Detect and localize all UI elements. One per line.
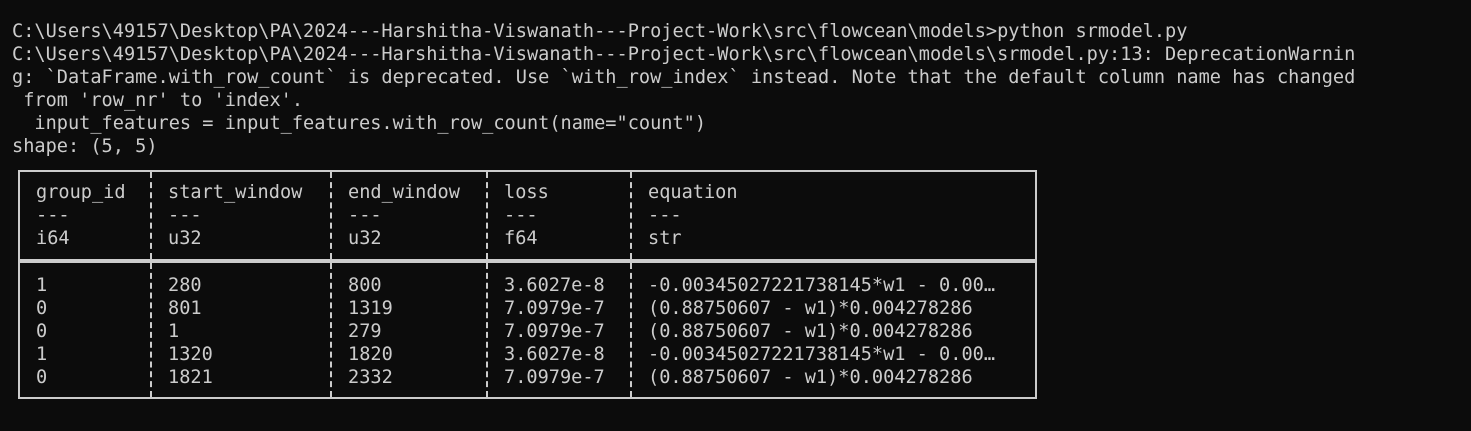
column-header: start_window (168, 182, 303, 203)
column-divider (150, 263, 152, 397)
column-divider (330, 263, 332, 397)
column-dtype: u32 (348, 228, 382, 249)
table-cell: 0 (36, 321, 48, 342)
column-dtype: f64 (504, 228, 538, 249)
column-divider (630, 172, 632, 259)
column-dtype: i64 (36, 228, 70, 249)
table-cell: 1 (168, 321, 180, 342)
table-cell: -0.00345027221738145*w1 - 0.00… (648, 344, 996, 365)
table-cell: 1320 (168, 344, 213, 365)
column-divider (486, 263, 488, 397)
command-line: C:\Users\49157\Desktop\PA\2024---Harshit… (12, 21, 1188, 42)
column-divider (630, 263, 632, 397)
warning-line-2: g: `DataFrame.with_row_count` is depreca… (12, 67, 1356, 88)
column-header: end_window (348, 182, 460, 203)
table-cell: 3.6027e-8 (504, 344, 605, 365)
column-header: group_id (36, 182, 126, 203)
table-cell: (0.88750607 - w1)*0.004278286 (648, 367, 973, 388)
table-cell: 800 (348, 275, 382, 296)
table-cell: 1319 (348, 298, 393, 319)
table-cell: 3.6027e-8 (504, 275, 605, 296)
header-separator: --- (504, 205, 538, 226)
table-cell: 7.0979e-7 (504, 367, 605, 388)
table-cell: 0 (36, 367, 48, 388)
table-cell: 1 (36, 275, 48, 296)
table-cell: 1820 (348, 344, 393, 365)
column-header: loss (504, 182, 549, 203)
header-separator: --- (348, 205, 382, 226)
column-dtype: str (648, 228, 682, 249)
table-cell: 801 (168, 298, 202, 319)
warning-line-3: from 'row_nr' to 'index'. (12, 90, 304, 111)
header-separator: --- (648, 205, 682, 226)
column-divider (330, 172, 332, 259)
column-header: equation (648, 182, 738, 203)
warning-line-1: C:\Users\49157\Desktop\PA\2024---Harshit… (12, 44, 1356, 65)
column-divider (150, 172, 152, 259)
source-line: input_features = input_features.with_row… (12, 113, 707, 134)
table-cell: 1821 (168, 367, 213, 388)
column-divider (486, 172, 488, 259)
header-separator: --- (168, 205, 202, 226)
table-cell: 7.0979e-7 (504, 298, 605, 319)
table-cell: 280 (168, 275, 202, 296)
table-cell: (0.88750607 - w1)*0.004278286 (648, 321, 973, 342)
dataframe-table: group_id start_window end_window loss eq… (18, 170, 1037, 399)
table-cell: 279 (348, 321, 382, 342)
table-cell: -0.00345027221738145*w1 - 0.00… (648, 275, 996, 296)
table-cell: 1 (36, 344, 48, 365)
table-cell: 0 (36, 298, 48, 319)
column-dtype: u32 (168, 228, 202, 249)
header-divider (20, 259, 1035, 263)
shape-line: shape: (5, 5) (12, 136, 158, 157)
table-cell: 7.0979e-7 (504, 321, 605, 342)
header-separator: --- (36, 205, 70, 226)
table-cell: (0.88750607 - w1)*0.004278286 (648, 298, 973, 319)
table-cell: 2332 (348, 367, 393, 388)
terminal-window[interactable]: C:\Users\49157\Desktop\PA\2024---Harshit… (0, 0, 1471, 431)
